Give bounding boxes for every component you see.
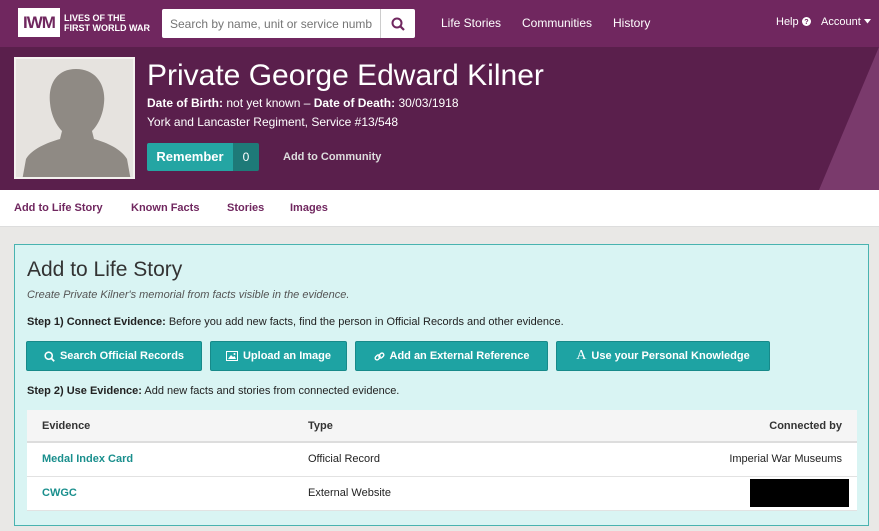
dob-value: not yet known [226,96,301,110]
image-icon [225,351,238,361]
evidence-link[interactable]: CWGC [42,487,77,499]
step-2-text: Add new facts and stories from connected… [144,385,400,397]
step-2-label: Step 2) Use Evidence: [27,385,142,397]
help-label: Help [776,16,799,28]
remember-label: Remember [147,143,233,171]
header-evidence: Evidence [42,420,91,432]
nav-life-stories[interactable]: Life Stories [441,16,501,30]
header-connected-by: Connected by [769,420,842,432]
portrait-placeholder [14,57,135,179]
connected-by: Imperial War Museums [729,453,842,465]
add-external-reference-button[interactable]: Add an External Reference [355,341,548,371]
decorative-stripe [819,47,879,190]
account-menu[interactable]: Account [821,16,871,28]
button-label: Add an External Reference [389,350,530,362]
account-label: Account [821,16,861,28]
svg-text:?: ? [804,17,808,26]
question-icon: ? [801,17,811,26]
link-icon [373,351,385,361]
evidence-type: External Website [308,487,391,499]
tab-known-facts[interactable]: Known Facts [131,202,199,214]
nav-history[interactable]: History [613,16,650,30]
step-2-instructions: Step 2) Use Evidence: Add new facts and … [27,385,399,397]
tab-images[interactable]: Images [290,202,328,214]
step-1-text: Before you add new facts, find the perso… [168,316,564,328]
dod-label: Date of Death: [313,96,396,110]
silhouette-icon [16,59,133,177]
caret-down-icon [863,19,871,24]
iwm-logo[interactable]: IWM LIVES OF THE FIRST WORLD WAR [18,8,152,37]
logo-text: LIVES OF THE FIRST WORLD WAR [64,12,150,33]
page-title: Private George Edward Kilner [147,59,544,93]
step-1-label: Step 1) Connect Evidence: [27,316,166,328]
logo-mark: IWM [18,8,60,37]
evidence-link[interactable]: Medal Index Card [42,453,133,465]
regiment-service: York and Lancaster Regiment, Service #13… [147,115,399,129]
evidence-table: Evidence Type Connected by Medal Index C… [27,410,857,511]
panel-title: Add to Life Story [27,258,183,281]
top-navigation: IWM LIVES OF THE FIRST WORLD WAR Life St… [0,0,879,47]
search-button[interactable] [380,9,415,38]
search-icon [44,350,55,362]
add-to-community-link[interactable]: Add to Community [283,151,381,163]
dob-label: Date of Birth: [147,96,223,110]
remember-button[interactable]: Remember 0 [147,143,259,171]
tab-add-to-life-story[interactable]: Add to Life Story [14,202,103,214]
step-1-instructions: Step 1) Connect Evidence: Before you add… [27,316,564,328]
remember-count: 0 [233,143,259,171]
upload-image-button[interactable]: Upload an Image [210,341,347,371]
soldier-name: George Edward Kilner [248,59,544,92]
tab-stories[interactable]: Stories [227,202,264,214]
font-icon: A [576,348,587,363]
table-row: Medal Index Card Official Record Imperia… [27,443,857,477]
table-row: CWGC External Website [27,477,857,511]
rank: Private [147,59,241,92]
search-official-records-button[interactable]: Search Official Records [26,341,202,371]
date-separator: – [303,96,311,110]
add-to-life-story-panel: Add to Life Story Create Private Kilner'… [14,244,869,526]
search-input[interactable] [162,9,380,38]
help-link[interactable]: Help ? [776,16,811,28]
nav-communities[interactable]: Communities [522,16,592,30]
button-label: Search Official Records [59,350,185,362]
redacted-name [750,479,849,507]
button-label: Upload an Image [242,350,332,362]
life-dates: Date of Birth: not yet known – Date of D… [147,96,459,110]
panel-subtitle: Create Private Kilner's memorial from fa… [27,289,350,301]
table-header: Evidence Type Connected by [27,410,857,443]
dod-value: 30/03/1918 [398,96,459,110]
profile-header: Private George Edward Kilner Date of Bir… [0,47,879,190]
evidence-type: Official Record [308,453,380,465]
profile-tabs: Add to Life Story Known Facts Stories Im… [0,190,879,227]
button-label: Use your Personal Knowledge [591,350,750,362]
use-personal-knowledge-button[interactable]: A Use your Personal Knowledge [556,341,770,371]
search-icon [391,17,405,31]
header-type: Type [308,420,333,432]
search-bar [162,9,415,38]
